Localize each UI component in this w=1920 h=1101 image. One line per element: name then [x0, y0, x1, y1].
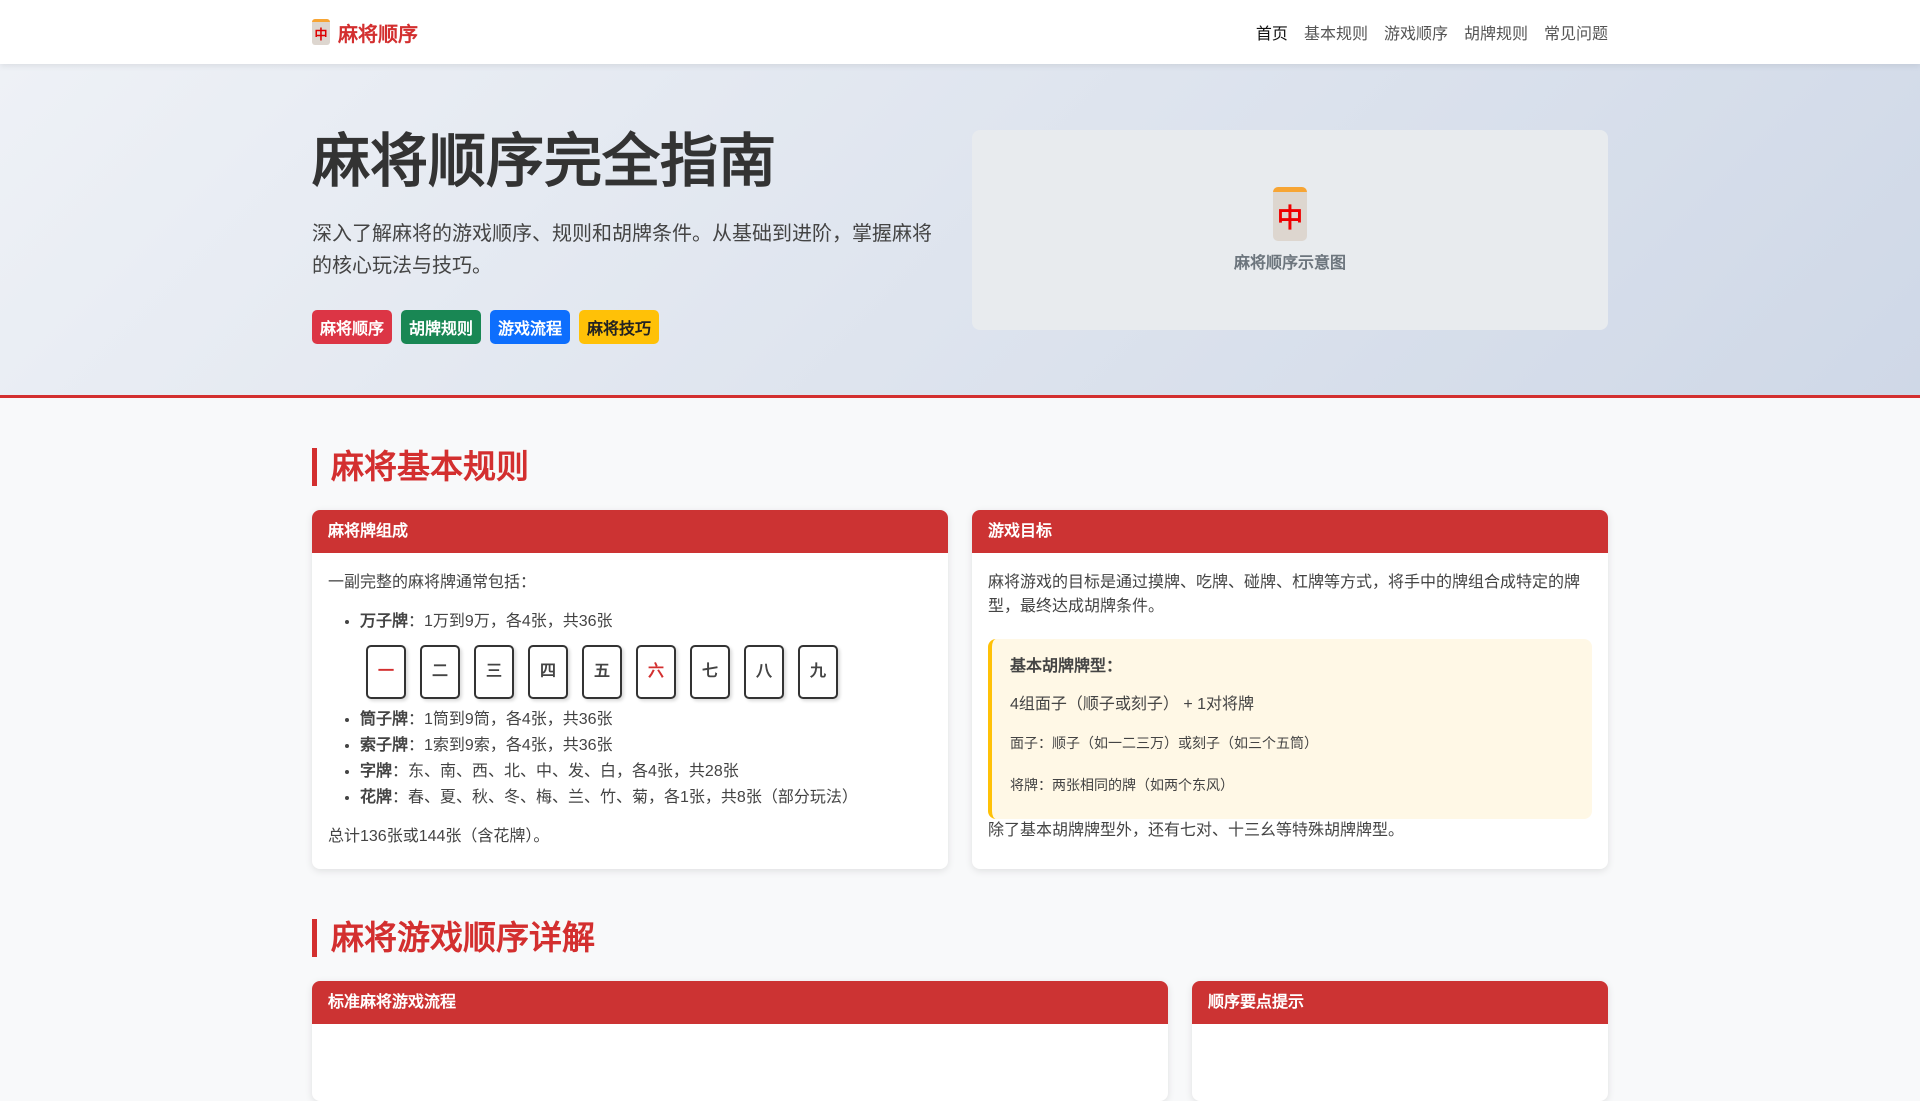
page-title: 麻将顺序完全指南 — [312, 129, 777, 194]
note-formula: 4组面子（顺子或刻子） + 1对将牌 — [1010, 696, 1255, 713]
list-item: 字牌：东、南、西、北、中、发、白，各4张，共28张 — [360, 759, 932, 785]
mahjong-tile: 六 — [636, 645, 676, 699]
nav-home[interactable]: 首页 — [1256, 20, 1288, 44]
game-goal-card: 游戏目标 麻将游戏的目标是通过摸牌、吃牌、碰牌、杠牌等方式，将手中的牌组合成特定… — [972, 510, 1608, 869]
mahjong-tile: 四 — [528, 645, 568, 699]
tag: 胡牌规则 — [401, 309, 482, 344]
card-header: 顺序要点提示 — [1192, 981, 1608, 1024]
nav-faq[interactable]: 常见问题 — [1544, 20, 1608, 44]
tag: 麻将顺序 — [312, 309, 393, 344]
hero-description: 深入了解麻将的游戏顺序、规则和胡牌条件。从基础到进阶，掌握麻将的核心玩法与技巧。 — [312, 222, 932, 277]
tile-composition-card: 麻将牌组成 一副完整的麻将牌通常包括： 万子牌：1万到9万，各4张，共36张 一… — [312, 510, 948, 869]
win-pattern-note: 基本胡牌牌型： 4组面子（顺子或刻子） + 1对将牌 面子：顺子（如一二三万）或… — [988, 639, 1592, 819]
tag: 麻将技巧 — [579, 309, 660, 344]
nav-basic-rules[interactable]: 基本规则 — [1304, 20, 1368, 44]
note-line: 面子：顺子（如一二三万）或刻子（如三个五筒） — [1010, 735, 1318, 751]
tile-row: 一 二 三 四 五 六 七 八 九 — [366, 645, 932, 699]
section-title: 麻将基本规则 — [312, 448, 1608, 486]
brand-logo[interactable]: 中 麻将顺序 — [312, 18, 418, 47]
brand-name: 麻将顺序 — [338, 23, 418, 46]
card-intro: 一副完整的麻将牌通常包括： — [328, 574, 537, 591]
note-title: 基本胡牌牌型： — [1010, 658, 1123, 675]
mahjong-tile: 三 — [474, 645, 514, 699]
card-header: 游戏目标 — [972, 510, 1608, 553]
card-header: 麻将牌组成 — [312, 510, 948, 553]
mahjong-tile: 七 — [690, 645, 730, 699]
mahjong-tile: 二 — [420, 645, 460, 699]
goal-description: 麻将游戏的目标是通过摸牌、吃牌、碰牌、杠牌等方式，将手中的牌组合成特定的牌型，最… — [988, 574, 1581, 615]
card-header: 标准麻将游戏流程 — [312, 981, 1168, 1024]
mahjong-tile: 一 — [366, 645, 406, 699]
nav-game-order[interactable]: 游戏顺序 — [1384, 20, 1448, 44]
list-item: 筒子牌：1筒到9筒，各4张，共36张 — [360, 707, 932, 733]
section-title: 麻将游戏顺序详解 — [312, 919, 1608, 957]
hero-image: 中 麻将顺序示意图 — [972, 130, 1608, 330]
image-caption: 麻将顺序示意图 — [1233, 255, 1346, 272]
nav-win-rules[interactable]: 胡牌规则 — [1464, 20, 1528, 44]
game-flow-card: 标准麻将游戏流程 — [312, 981, 1168, 1101]
list-item: 万子牌：1万到9万，各4张，共36张 — [360, 609, 932, 635]
tag: 游戏流程 — [490, 309, 571, 344]
mahjong-tile: 九 — [798, 645, 838, 699]
navbar: 中 麻将顺序 首页 基本规则 游戏顺序 胡牌规则 常见问题 — [0, 0, 1920, 64]
note-line: 将牌：两张相同的牌（如两个东风） — [1010, 777, 1234, 793]
mahjong-tile-icon: 中 — [312, 19, 330, 45]
mahjong-tile-icon: 中 — [1273, 187, 1307, 241]
total-note: 总计136张或144张（含花牌）。 — [328, 828, 550, 845]
special-patterns-text: 除了基本胡牌牌型外，还有七对、十三幺等特殊胡牌牌型。 — [988, 822, 1405, 839]
mahjong-tile: 五 — [582, 645, 622, 699]
mahjong-tile: 八 — [744, 645, 784, 699]
order-tips-card: 顺序要点提示 — [1192, 981, 1608, 1101]
list-item: 花牌：春、夏、秋、冬、梅、兰、竹、菊，各1张，共8张（部分玩法） — [360, 785, 932, 811]
hero: 麻将顺序完全指南 深入了解麻将的游戏顺序、规则和胡牌条件。从基础到进阶，掌握麻将… — [0, 64, 1920, 398]
list-item: 索子牌：1索到9索，各4张，共36张 — [360, 733, 932, 759]
